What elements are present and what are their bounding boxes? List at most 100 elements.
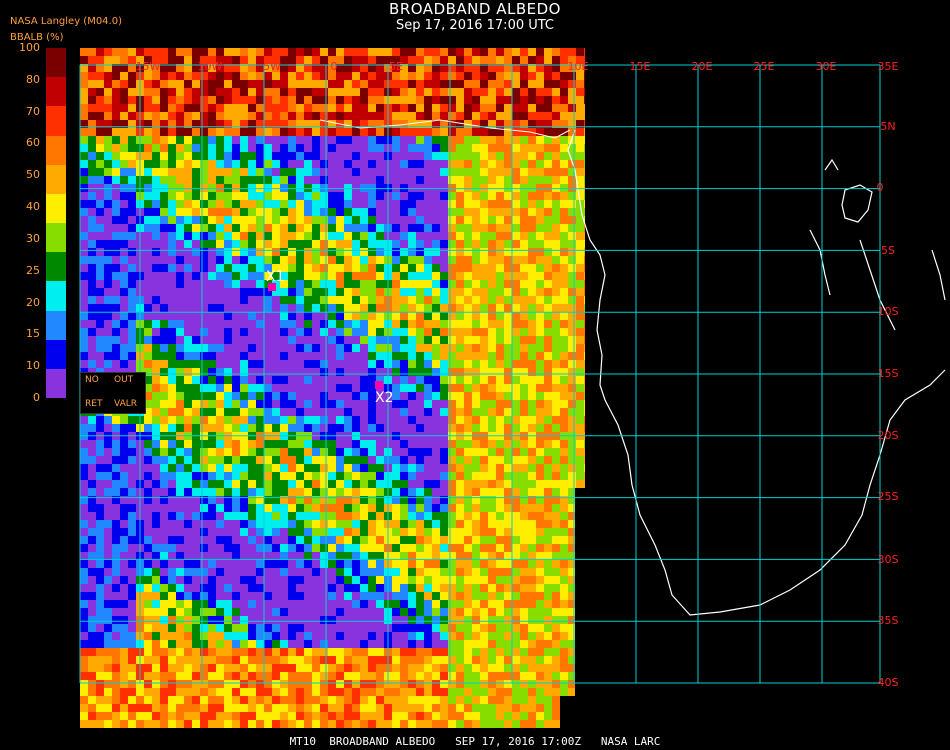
albedo-cell <box>464 408 472 416</box>
albedo-cell <box>392 608 400 616</box>
albedo-cell <box>296 360 304 368</box>
albedo-cell <box>256 88 264 96</box>
albedo-cell <box>344 552 352 560</box>
albedo-cell <box>448 360 456 368</box>
albedo-cell <box>256 664 264 672</box>
albedo-cell <box>224 520 232 528</box>
albedo-cell <box>208 608 216 616</box>
albedo-cell <box>472 144 480 152</box>
albedo-cell <box>448 520 456 528</box>
albedo-cell <box>304 144 312 152</box>
albedo-cell <box>160 288 168 296</box>
albedo-cell <box>544 528 552 536</box>
albedo-cell <box>96 264 104 272</box>
albedo-cell <box>232 568 240 576</box>
albedo-cell <box>456 464 464 472</box>
albedo-cell <box>416 168 424 176</box>
albedo-cell <box>552 392 560 400</box>
albedo-cell <box>520 488 528 496</box>
albedo-cell <box>240 648 248 656</box>
albedo-cell <box>400 472 408 480</box>
albedo-cell <box>448 248 456 256</box>
albedo-cell <box>216 88 224 96</box>
albedo-cell <box>160 208 168 216</box>
albedo-cell <box>168 344 176 352</box>
albedo-cell <box>304 48 312 56</box>
albedo-cell <box>504 368 512 376</box>
albedo-cell <box>120 200 128 208</box>
albedo-cell <box>560 328 568 336</box>
albedo-cell <box>440 144 448 152</box>
albedo-cell <box>432 592 440 600</box>
albedo-cell <box>528 632 536 640</box>
albedo-cell <box>120 248 128 256</box>
albedo-cell <box>224 208 232 216</box>
albedo-cell <box>88 144 96 152</box>
albedo-cell <box>376 248 384 256</box>
albedo-cell <box>376 160 384 168</box>
albedo-cell <box>552 456 560 464</box>
albedo-cell <box>168 512 176 520</box>
albedo-cell <box>440 616 448 624</box>
albedo-cell <box>360 216 368 224</box>
albedo-cell <box>192 568 200 576</box>
albedo-cell <box>208 664 216 672</box>
albedo-cell <box>192 664 200 672</box>
albedo-cell <box>192 184 200 192</box>
albedo-cell <box>440 320 448 328</box>
albedo-cell <box>304 464 312 472</box>
albedo-cell <box>96 472 104 480</box>
albedo-cell <box>512 352 520 360</box>
albedo-cell <box>416 464 424 472</box>
albedo-cell <box>192 240 200 248</box>
albedo-cell <box>432 544 440 552</box>
albedo-cell <box>512 312 520 320</box>
albedo-cell <box>200 88 208 96</box>
albedo-cell <box>576 472 584 480</box>
albedo-cell <box>328 616 336 624</box>
albedo-cell <box>464 248 472 256</box>
albedo-cell <box>360 232 368 240</box>
albedo-cell <box>568 424 576 432</box>
albedo-cell <box>456 520 464 528</box>
albedo-cell <box>472 648 480 656</box>
albedo-cell <box>256 424 264 432</box>
albedo-cell <box>304 80 312 88</box>
albedo-cell <box>96 240 104 248</box>
albedo-cell <box>392 256 400 264</box>
albedo-cell <box>584 232 585 240</box>
albedo-cell <box>376 648 384 656</box>
albedo-cell <box>160 440 168 448</box>
albedo-cell <box>496 504 504 512</box>
albedo-cell <box>408 272 416 280</box>
albedo-cell <box>512 392 520 400</box>
albedo-cell <box>408 584 416 592</box>
albedo-cell <box>392 416 400 424</box>
albedo-cell <box>424 528 432 536</box>
albedo-cell <box>424 632 432 640</box>
albedo-cell <box>296 640 304 648</box>
albedo-cell <box>464 304 472 312</box>
albedo-cell <box>160 128 168 136</box>
albedo-cell <box>416 640 424 648</box>
albedo-cell <box>552 616 560 624</box>
albedo-cell <box>200 552 208 560</box>
albedo-cell <box>368 600 376 608</box>
albedo-cell <box>512 104 520 112</box>
albedo-cell <box>80 664 88 672</box>
albedo-cell <box>80 360 88 368</box>
albedo-cell <box>272 656 280 664</box>
albedo-cell <box>560 528 568 536</box>
albedo-cell <box>216 320 224 328</box>
albedo-cell <box>440 136 448 144</box>
albedo-cell <box>576 368 584 376</box>
albedo-cell <box>240 256 248 264</box>
albedo-cell <box>224 640 232 648</box>
albedo-cell <box>368 360 376 368</box>
albedo-cell <box>328 488 336 496</box>
albedo-cell <box>424 208 432 216</box>
albedo-cell <box>200 232 208 240</box>
albedo-cell <box>248 656 256 664</box>
albedo-cell <box>480 552 488 560</box>
albedo-cell <box>352 152 360 160</box>
